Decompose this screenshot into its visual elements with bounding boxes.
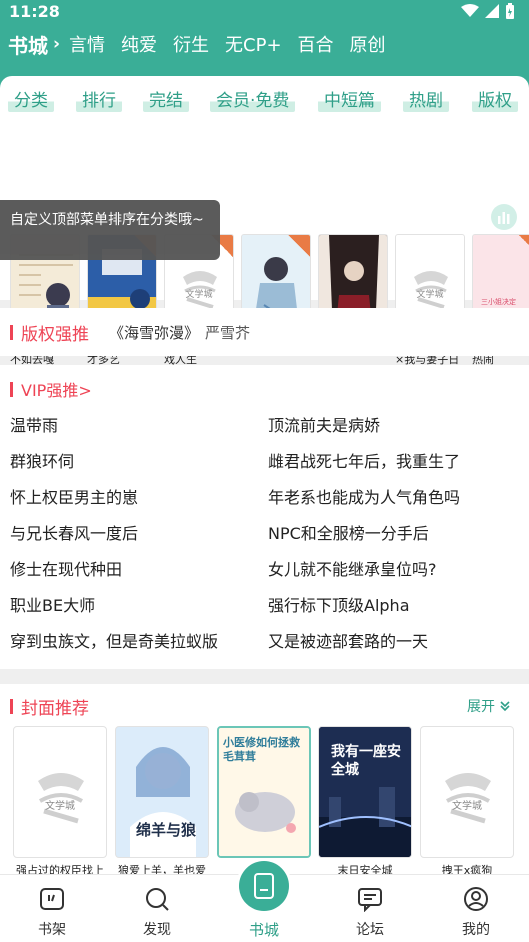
wifi-icon xyxy=(461,4,479,17)
cover-text: 三小姐决定 xyxy=(481,298,516,306)
vip-recommend-section: VIP强推> 温带雨 顶流前夫是病娇群狼环伺 雌君战死七年后，我重生了怀上权臣男主的… xyxy=(0,365,529,669)
vip-book-title[interactable]: 年老系也能成为人气角色吗 xyxy=(268,484,460,508)
cover-recommend-section: 封面推荐 展开 文学城 强占过的权臣找上 绵羊与狼 狼爱上羊，羊也爱 小医修如何… xyxy=(0,684,529,877)
jjwxc-placeholder-logo xyxy=(445,773,491,824)
vip-book-title[interactable]: 怀上权臣男主的崽 xyxy=(10,484,138,508)
tab-row: 分类 排行 完结 会员·免费 中短篇 热剧 版权 xyxy=(0,86,529,112)
nav-discover[interactable]: 发现 xyxy=(117,885,197,939)
cover-book-item[interactable]: 文学城 拽王x疯狗 xyxy=(420,726,514,878)
cover-book-item[interactable]: 小医修如何拯救毛茸茸 救的 xyxy=(217,726,311,878)
tab-vip-free[interactable]: 会员·免费 xyxy=(210,86,296,112)
bookstore-title[interactable]: 书城 xyxy=(8,30,48,59)
book-cover: 文学城 xyxy=(420,726,514,858)
nav-label-bookstore: 书城 xyxy=(248,921,279,939)
bookshelf-icon xyxy=(40,888,64,910)
placeholder-logo-text: 文学城 xyxy=(185,290,213,300)
copyright-heading: 版权强推 xyxy=(21,325,89,345)
tab-copyright[interactable]: 版权 xyxy=(472,86,518,112)
vip-book-title[interactable]: 穿到虫族文，但是奇美拉蚁版 xyxy=(10,628,218,652)
vip-heading-row[interactable]: VIP强推> xyxy=(10,377,92,401)
section-marker xyxy=(10,699,13,714)
battery-icon xyxy=(506,3,514,19)
section-marker xyxy=(10,381,13,397)
cover-rec-heading-row: 封面推荐 xyxy=(10,694,89,719)
vip-book-title[interactable]: 群狼环伺 xyxy=(10,448,74,472)
nav-label: 书架 xyxy=(38,922,66,938)
chevron-right-icon: › xyxy=(53,34,61,54)
vip-book-title[interactable]: 强行标下顶级Alpha xyxy=(268,592,410,616)
vip-book-title[interactable]: 雌君战死七年后，我重生了 xyxy=(268,448,460,472)
book-cover: 绵羊与狼 xyxy=(115,726,209,858)
nav-label: 发现 xyxy=(143,922,171,938)
book-cover: 小医修如何拯救毛茸茸 xyxy=(217,726,311,858)
double-chevron-down-icon xyxy=(500,701,510,712)
status-bar: 11:28 xyxy=(0,0,529,24)
vip-book-title[interactable]: 温带雨 xyxy=(10,412,58,436)
expand-label: 展开 xyxy=(467,699,495,715)
vip-book-title[interactable]: 修士在现代种田 xyxy=(10,556,122,580)
nav-label: 我的 xyxy=(462,922,490,938)
tab-hot-drama[interactable]: 热剧 xyxy=(403,86,449,112)
category-no-cp[interactable]: 无CP+ xyxy=(225,31,282,57)
main-card: 分类 排行 完结 会员·免费 中短篇 热剧 版权 我不当Bkin xyxy=(0,76,529,366)
signal-icon xyxy=(485,4,499,18)
cover-rec-heading: 封面推荐 xyxy=(21,699,89,719)
tab-category[interactable]: 分类 xyxy=(8,86,54,112)
copyright-author: 严雪芥 xyxy=(205,324,251,342)
bar-chart-icon xyxy=(498,212,510,224)
tab-ranking[interactable]: 排行 xyxy=(76,86,122,112)
vip-heading: VIP强推> xyxy=(21,381,92,400)
placeholder-logo-text: 文学城 xyxy=(45,801,75,812)
customize-menu-tooltip[interactable]: 自定义顶部菜单排序在分类哦~ xyxy=(0,200,220,260)
nav-bookshelf[interactable]: 书架 xyxy=(12,885,92,939)
vip-book-title[interactable]: 职业BE大师 xyxy=(10,592,95,616)
ranking-chart-button[interactable] xyxy=(491,204,517,230)
cover-book-item[interactable]: 我有一座安全城 末日安全城 xyxy=(318,726,412,878)
category-romance[interactable]: 言情 xyxy=(69,31,105,57)
category-original[interactable]: 原创 xyxy=(350,31,386,57)
category-bl[interactable]: 纯爱 xyxy=(121,31,157,57)
book-icon xyxy=(254,873,274,899)
bookstore-button-circle xyxy=(239,861,289,911)
status-time: 11:28 xyxy=(9,2,60,21)
nav-forum[interactable]: 论坛 xyxy=(330,885,410,939)
nav-me[interactable]: 我的 xyxy=(436,885,516,939)
vip-book-title[interactable]: 又是被迹部套路的一天 xyxy=(268,628,428,652)
vip-book-title[interactable]: 顶流前夫是病娇 xyxy=(268,412,380,436)
cover-book-item[interactable]: 文学城 强占过的权臣找上 xyxy=(13,726,107,878)
jjwxc-placeholder-logo xyxy=(38,773,84,824)
category-gl[interactable]: 百合 xyxy=(298,31,334,57)
book-cover: 我有一座安全城 xyxy=(318,726,412,858)
ribbon-badge xyxy=(288,235,310,257)
profile-icon xyxy=(464,887,488,911)
tab-completed[interactable]: 完结 xyxy=(143,86,189,112)
ribbon-badge xyxy=(519,235,529,257)
category-fanfic[interactable]: 衍生 xyxy=(173,31,209,57)
expand-button[interactable]: 展开 xyxy=(467,696,511,716)
cover-text: 小医修如何拯救毛茸茸 xyxy=(223,736,300,763)
section-marker xyxy=(10,325,13,340)
copyright-recommend-section: 版权强推 《海雪弥漫》 严雪芥 xyxy=(0,308,529,356)
chat-icon xyxy=(358,888,382,912)
cover-book-item[interactable]: 绵羊与狼 狼爱上羊，羊也爱 xyxy=(115,726,209,878)
placeholder-logo-text: 文学城 xyxy=(416,290,444,300)
vip-book-title[interactable]: 女儿就不能继承皇位吗? xyxy=(268,556,437,580)
vip-book-title[interactable]: 与兄长春风一度后 xyxy=(10,520,138,544)
copyright-row[interactable]: 版权强推 《海雪弥漫》 严雪芥 xyxy=(10,320,250,345)
vip-book-title[interactable]: NPC和全服榜一分手后 xyxy=(268,520,429,544)
cover-text: 绵羊与狼 xyxy=(136,821,197,839)
nav-label: 论坛 xyxy=(356,922,384,938)
book-cover: 文学城 xyxy=(13,726,107,858)
tab-short[interactable]: 中短篇 xyxy=(318,86,381,112)
copyright-book[interactable]: 《海雪弥漫》 xyxy=(109,322,199,343)
cover-text: 我有一座安全城 xyxy=(331,744,401,778)
search-icon xyxy=(146,888,169,911)
nav-bookstore[interactable] xyxy=(236,858,292,914)
status-icons xyxy=(461,3,515,19)
placeholder-logo-text: 文学城 xyxy=(452,801,482,812)
category-nav: 书城 › 言情 纯爱 衍生 无CP+ 百合 原创 xyxy=(8,28,402,60)
